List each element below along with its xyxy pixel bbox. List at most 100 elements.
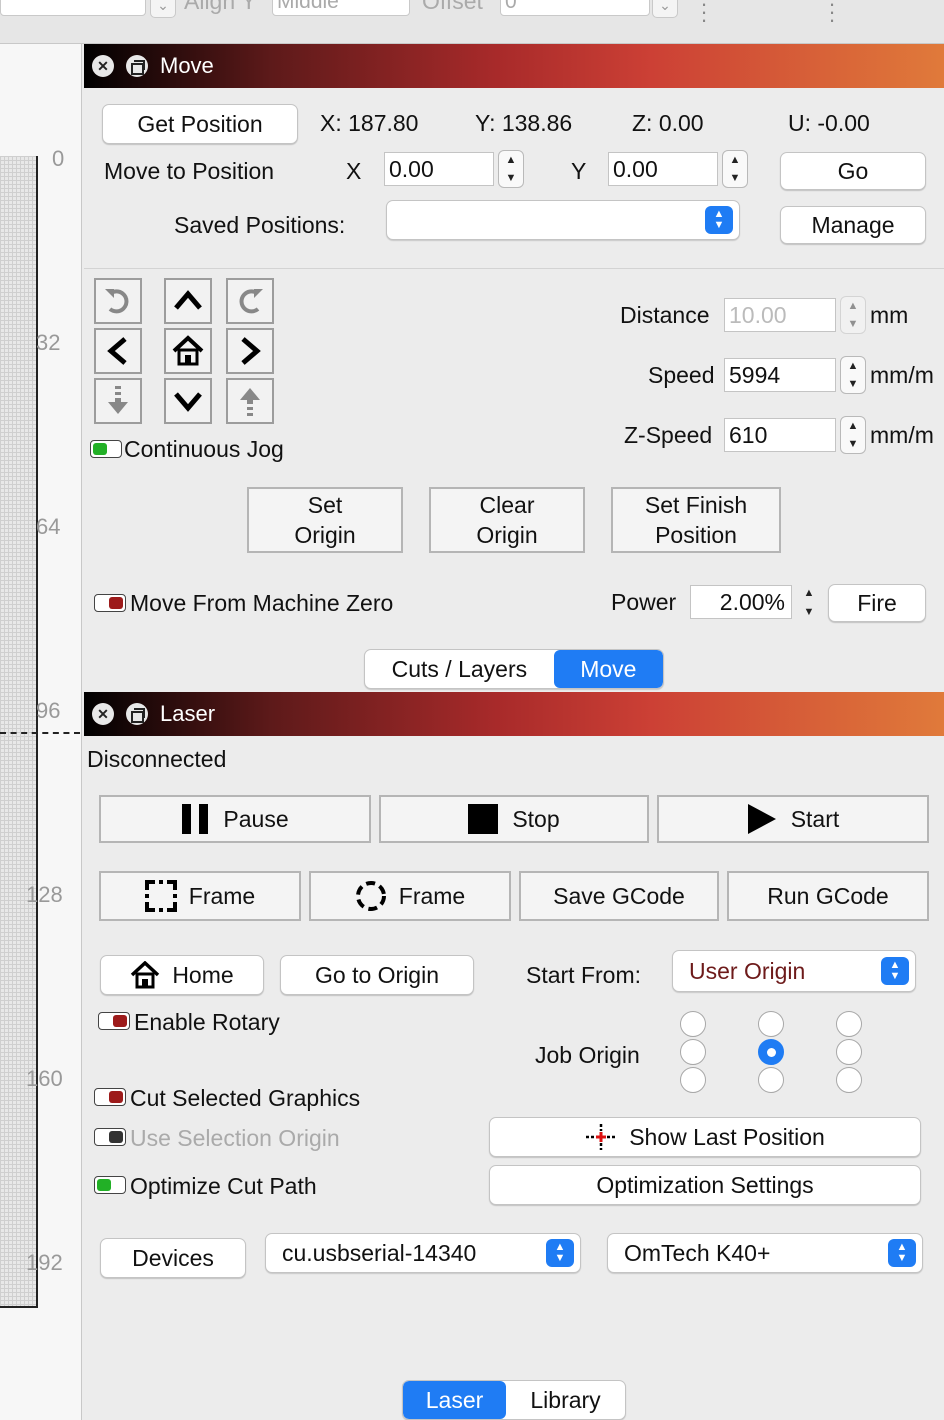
set-origin-line1: Set [307,492,343,518]
frame-rect-button[interactable]: Frame [99,871,301,921]
frame-rect-icon [144,880,177,912]
align-y-select[interactable]: Middle [272,0,410,16]
move-y-stepper[interactable]: ▲ ▼ [722,150,748,188]
u-readout: U: -0.00 [788,110,870,136]
devices-button[interactable]: Devices [100,1238,246,1278]
float-window-icon[interactable] [126,55,148,77]
save-gcode-button[interactable]: Save GCode [519,871,719,921]
offset-stepper[interactable]: ⌄ [652,0,678,18]
toolbar-overflow-icon[interactable]: · · · [700,0,708,31]
toolbar-overflow-icon[interactable]: · · · [828,0,836,31]
move-panel-header: ✕ Move [84,44,944,88]
z-up-icon[interactable] [226,378,274,424]
speed-stepper[interactable]: ▲ ▼ [840,356,866,394]
close-icon[interactable]: ✕ [92,703,114,725]
start-from-select[interactable]: User Origin ▲ ▼ [672,950,916,992]
use-selection-origin-label: Use Selection Origin [130,1125,340,1151]
laser-panel: Disconnected Pause Stop Start Frame Fram… [84,736,944,1420]
tab-move[interactable]: Move [553,650,663,688]
jog-right-icon[interactable] [226,328,274,374]
rotate-ccw-icon[interactable] [94,278,142,324]
clear-origin-button[interactable]: Clear Origin [429,487,585,553]
zspeed-input[interactable]: 610 [724,418,836,452]
home-icon[interactable] [164,328,212,374]
get-position-button[interactable]: Get Position [102,104,298,144]
guide-line [0,732,80,734]
optimize-cut-path-label: Optimize Cut Path [130,1173,317,1199]
distance-input[interactable]: 10.00 [724,298,836,332]
enable-rotary-toggle[interactable] [98,1012,130,1030]
job-origin-radio-selected[interactable] [758,1039,784,1065]
power-input[interactable]: 2.00% [690,585,792,619]
jog-left-icon[interactable] [94,328,142,374]
cut-selected-toggle[interactable] [94,1088,126,1106]
frame-circle-button[interactable]: Frame [309,871,511,921]
speed-input[interactable]: 5994 [724,358,836,392]
stop-icon [468,804,499,834]
speed-unit: mm/m [870,362,934,388]
toolbar-field[interactable] [0,0,146,16]
move-from-machine-zero-toggle[interactable] [94,594,126,612]
zspeed-stepper[interactable]: ▲ ▼ [840,416,866,454]
toolbar-stepper[interactable]: ⌄ [150,0,176,18]
ruler-label: 64 [36,514,61,539]
job-origin-radio[interactable] [758,1011,784,1037]
offset-input[interactable]: 0 [500,0,650,16]
optimize-cut-path-toggle[interactable] [94,1176,126,1194]
move-x-stepper[interactable]: ▲ ▼ [498,150,524,188]
tab-cuts-layers[interactable]: Cuts / Layers [365,650,554,688]
start-button[interactable]: Start [657,795,929,843]
move-y-input[interactable]: 0.00 [608,152,718,186]
z-down-icon[interactable] [94,378,142,424]
close-icon[interactable]: ✕ [92,55,114,77]
top-toolbar: ⌄ Align Y Middle Offset 0 ⌄ · · · · · · [0,0,944,44]
go-to-origin-button[interactable]: Go to Origin [280,955,474,995]
panel-title: Laser [160,701,216,726]
optimization-settings-button[interactable]: Optimization Settings [489,1165,921,1205]
go-button[interactable]: Go [780,152,926,190]
ruler-label: 160 [26,1066,63,1091]
job-origin-radio[interactable] [680,1039,706,1065]
job-origin-radio[interactable] [836,1039,862,1065]
run-gcode-button[interactable]: Run GCode [727,871,929,921]
job-origin-radio[interactable] [758,1067,784,1093]
saved-positions-select[interactable]: ▲ ▼ [386,200,740,240]
panel-tabs: Laser Library [402,1380,626,1420]
fire-button[interactable]: Fire [828,584,926,622]
y-readout: Y: 138.86 [475,110,573,136]
show-last-position-button[interactable]: Show Last Position [489,1117,921,1157]
continuous-jog-toggle[interactable] [90,440,122,458]
set-origin-button[interactable]: Set Origin [247,487,403,553]
ruler-label: 0 [52,146,65,171]
stop-label: Stop [512,806,560,832]
device-select[interactable]: OmTech K40+ ▲ ▼ [607,1233,923,1273]
set-finish-position-button[interactable]: Set Finish Position [611,487,781,553]
distance-stepper[interactable]: ▲ ▼ [840,296,866,334]
pause-label: Pause [223,806,289,832]
move-x-input[interactable]: 0.00 [384,152,494,186]
job-origin-radio[interactable] [680,1067,706,1093]
job-origin-radio[interactable] [836,1011,862,1037]
jog-down-icon[interactable] [164,378,212,424]
jog-up-icon[interactable] [164,278,212,324]
manage-button[interactable]: Manage [780,206,926,244]
show-last-position-label: Show Last Position [629,1123,825,1150]
job-origin-radio[interactable] [836,1067,862,1093]
tab-laser[interactable]: Laser [403,1381,507,1419]
float-window-icon[interactable] [126,703,148,725]
port-select[interactable]: cu.usbserial-14340 ▲ ▼ [265,1233,581,1273]
use-selection-origin-toggle[interactable] [94,1128,126,1146]
set-finish-line1: Set Finish [644,492,748,518]
start-label: Start [790,806,840,832]
rotate-cw-icon[interactable] [226,278,274,324]
home-button[interactable]: Home [100,955,264,995]
port-value: cu.usbserial-14340 [282,1239,477,1266]
pause-button[interactable]: Pause [99,795,371,843]
stop-button[interactable]: Stop [379,795,649,843]
job-origin-radio[interactable] [680,1011,706,1037]
frame-circle-icon [355,881,386,911]
power-stepper[interactable]: ▲ ▼ [796,583,822,621]
design-canvas[interactable]: 0 32 64 96 128 160 192 [0,44,82,1420]
tab-library[interactable]: Library [506,1381,625,1419]
move-from-machine-zero-label: Move From Machine Zero [130,590,394,616]
